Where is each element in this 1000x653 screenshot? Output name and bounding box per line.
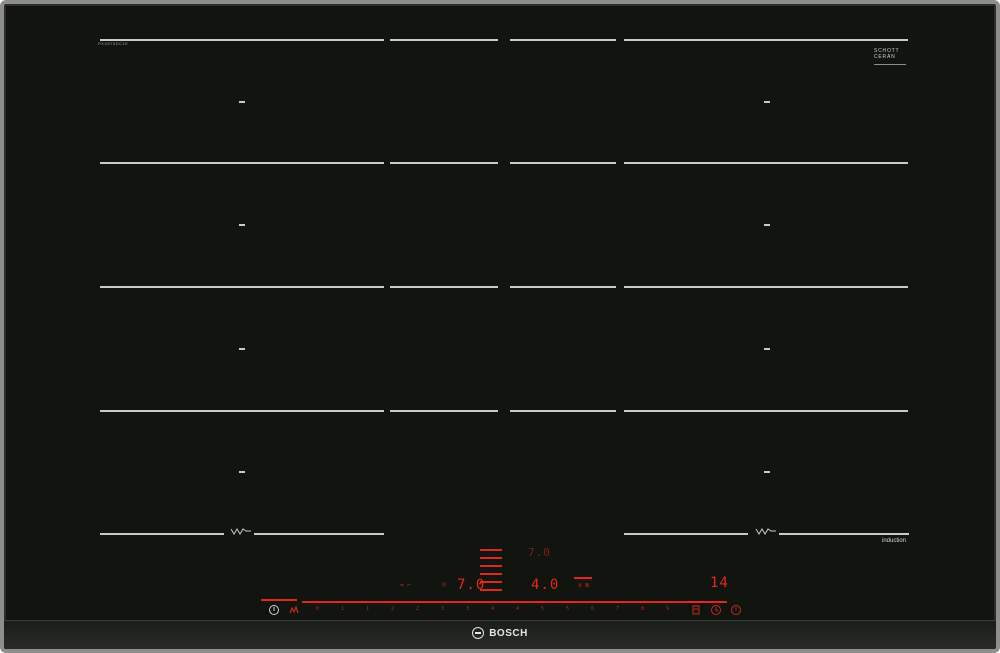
zone-line-r2-b [390,162,498,164]
zone-marker [764,224,770,226]
zone-marker [764,471,770,473]
zone-marker [239,348,245,350]
display-top: 7.0 [528,546,551,559]
zone-line-r3-c [510,286,616,288]
scale-tick: 3 [466,606,470,612]
zone-line-r1-d [624,39,908,41]
display-timer-left: 7.0 [457,577,486,593]
zone-line-r3-b [390,286,498,288]
zone-line-r2-c [510,162,616,164]
scale-tick: 2 [391,606,395,612]
zone-line-r1-a [100,39,384,41]
model-code: PXX875DC1E [98,41,129,46]
scale-tick: 2 [416,606,420,612]
zone-line-bottom-right-b [779,533,909,535]
zone-line-r3-d [624,286,908,288]
scale-tick: 4 [491,606,495,612]
zone-icon[interactable] [288,604,300,616]
display-timer-mid: 4.0 [531,577,560,593]
slider-left-segment [261,599,297,601]
scale-tick: 3 [441,606,445,612]
power-scale: 0 1 1 2 2 3 3 4 4 5 5 6 7 8 9 [304,606,684,614]
timer-icon[interactable]: ◷ [442,581,446,588]
timer-icon[interactable] [730,604,742,616]
scale-tick: 6 [591,606,595,612]
zone-line-bottom-left-a [100,533,224,535]
zone-line-r1-c [510,39,616,41]
zone-line-bottom-left-b [254,533,384,535]
zone-line-r4-a [100,410,384,412]
zone-line-r3-a [100,286,384,288]
lock-icon[interactable] [690,604,702,616]
sensor-icon[interactable]: ≋ ⊠ [578,582,589,589]
zone-line-r2-a [100,162,384,164]
scale-tick: 7 [616,606,620,612]
bottom-frame: BOSCH [4,620,996,649]
scale-tick: 8 [641,606,645,612]
scale-tick: 9 [666,606,670,612]
zone-marker [764,348,770,350]
mode-indicator: ≈ ⌐ [400,582,411,589]
zone-marker [239,471,245,473]
ceran-label: CERAN [874,54,896,60]
zone-line-r2-d [624,162,908,164]
scale-tick: 1 [366,606,370,612]
clock-icon[interactable] [710,604,722,616]
zone-marker [239,101,245,103]
zone-line-r4-c [510,410,616,412]
bosch-logo-icon [472,627,485,639]
zone-marker [764,101,770,103]
brand-name: BOSCH [489,627,528,639]
zone-line-r1-b [390,39,498,41]
flex-zone-icon [755,526,777,536]
zone-line-bottom-right-a [624,533,748,535]
level-bar [480,549,502,551]
scale-tick: 4 [516,606,520,612]
level-bar [480,557,502,559]
display-right: 14 [710,575,729,591]
logo-underline [874,64,906,65]
indicator-bar [574,577,592,579]
power-icon[interactable] [268,604,280,616]
cooktop: PXX875DC1E SCHOTT CERAN induction 7.0 ≈ … [0,0,1000,653]
induction-label: induction [882,538,907,544]
scale-tick: 5 [566,606,570,612]
scale-tick: 0 [316,606,320,612]
power-slider[interactable] [302,601,727,603]
schott-ceran-logo: SCHOTT CERAN [874,48,906,65]
zone-line-r4-d [624,410,908,412]
zone-marker [239,224,245,226]
flex-zone-icon [230,526,252,536]
brand-badge: BOSCH [4,626,996,644]
zone-line-r4-b [390,410,498,412]
scale-tick: 1 [341,606,345,612]
level-bar [480,573,502,575]
scale-tick: 5 [541,606,545,612]
level-bar [480,565,502,567]
